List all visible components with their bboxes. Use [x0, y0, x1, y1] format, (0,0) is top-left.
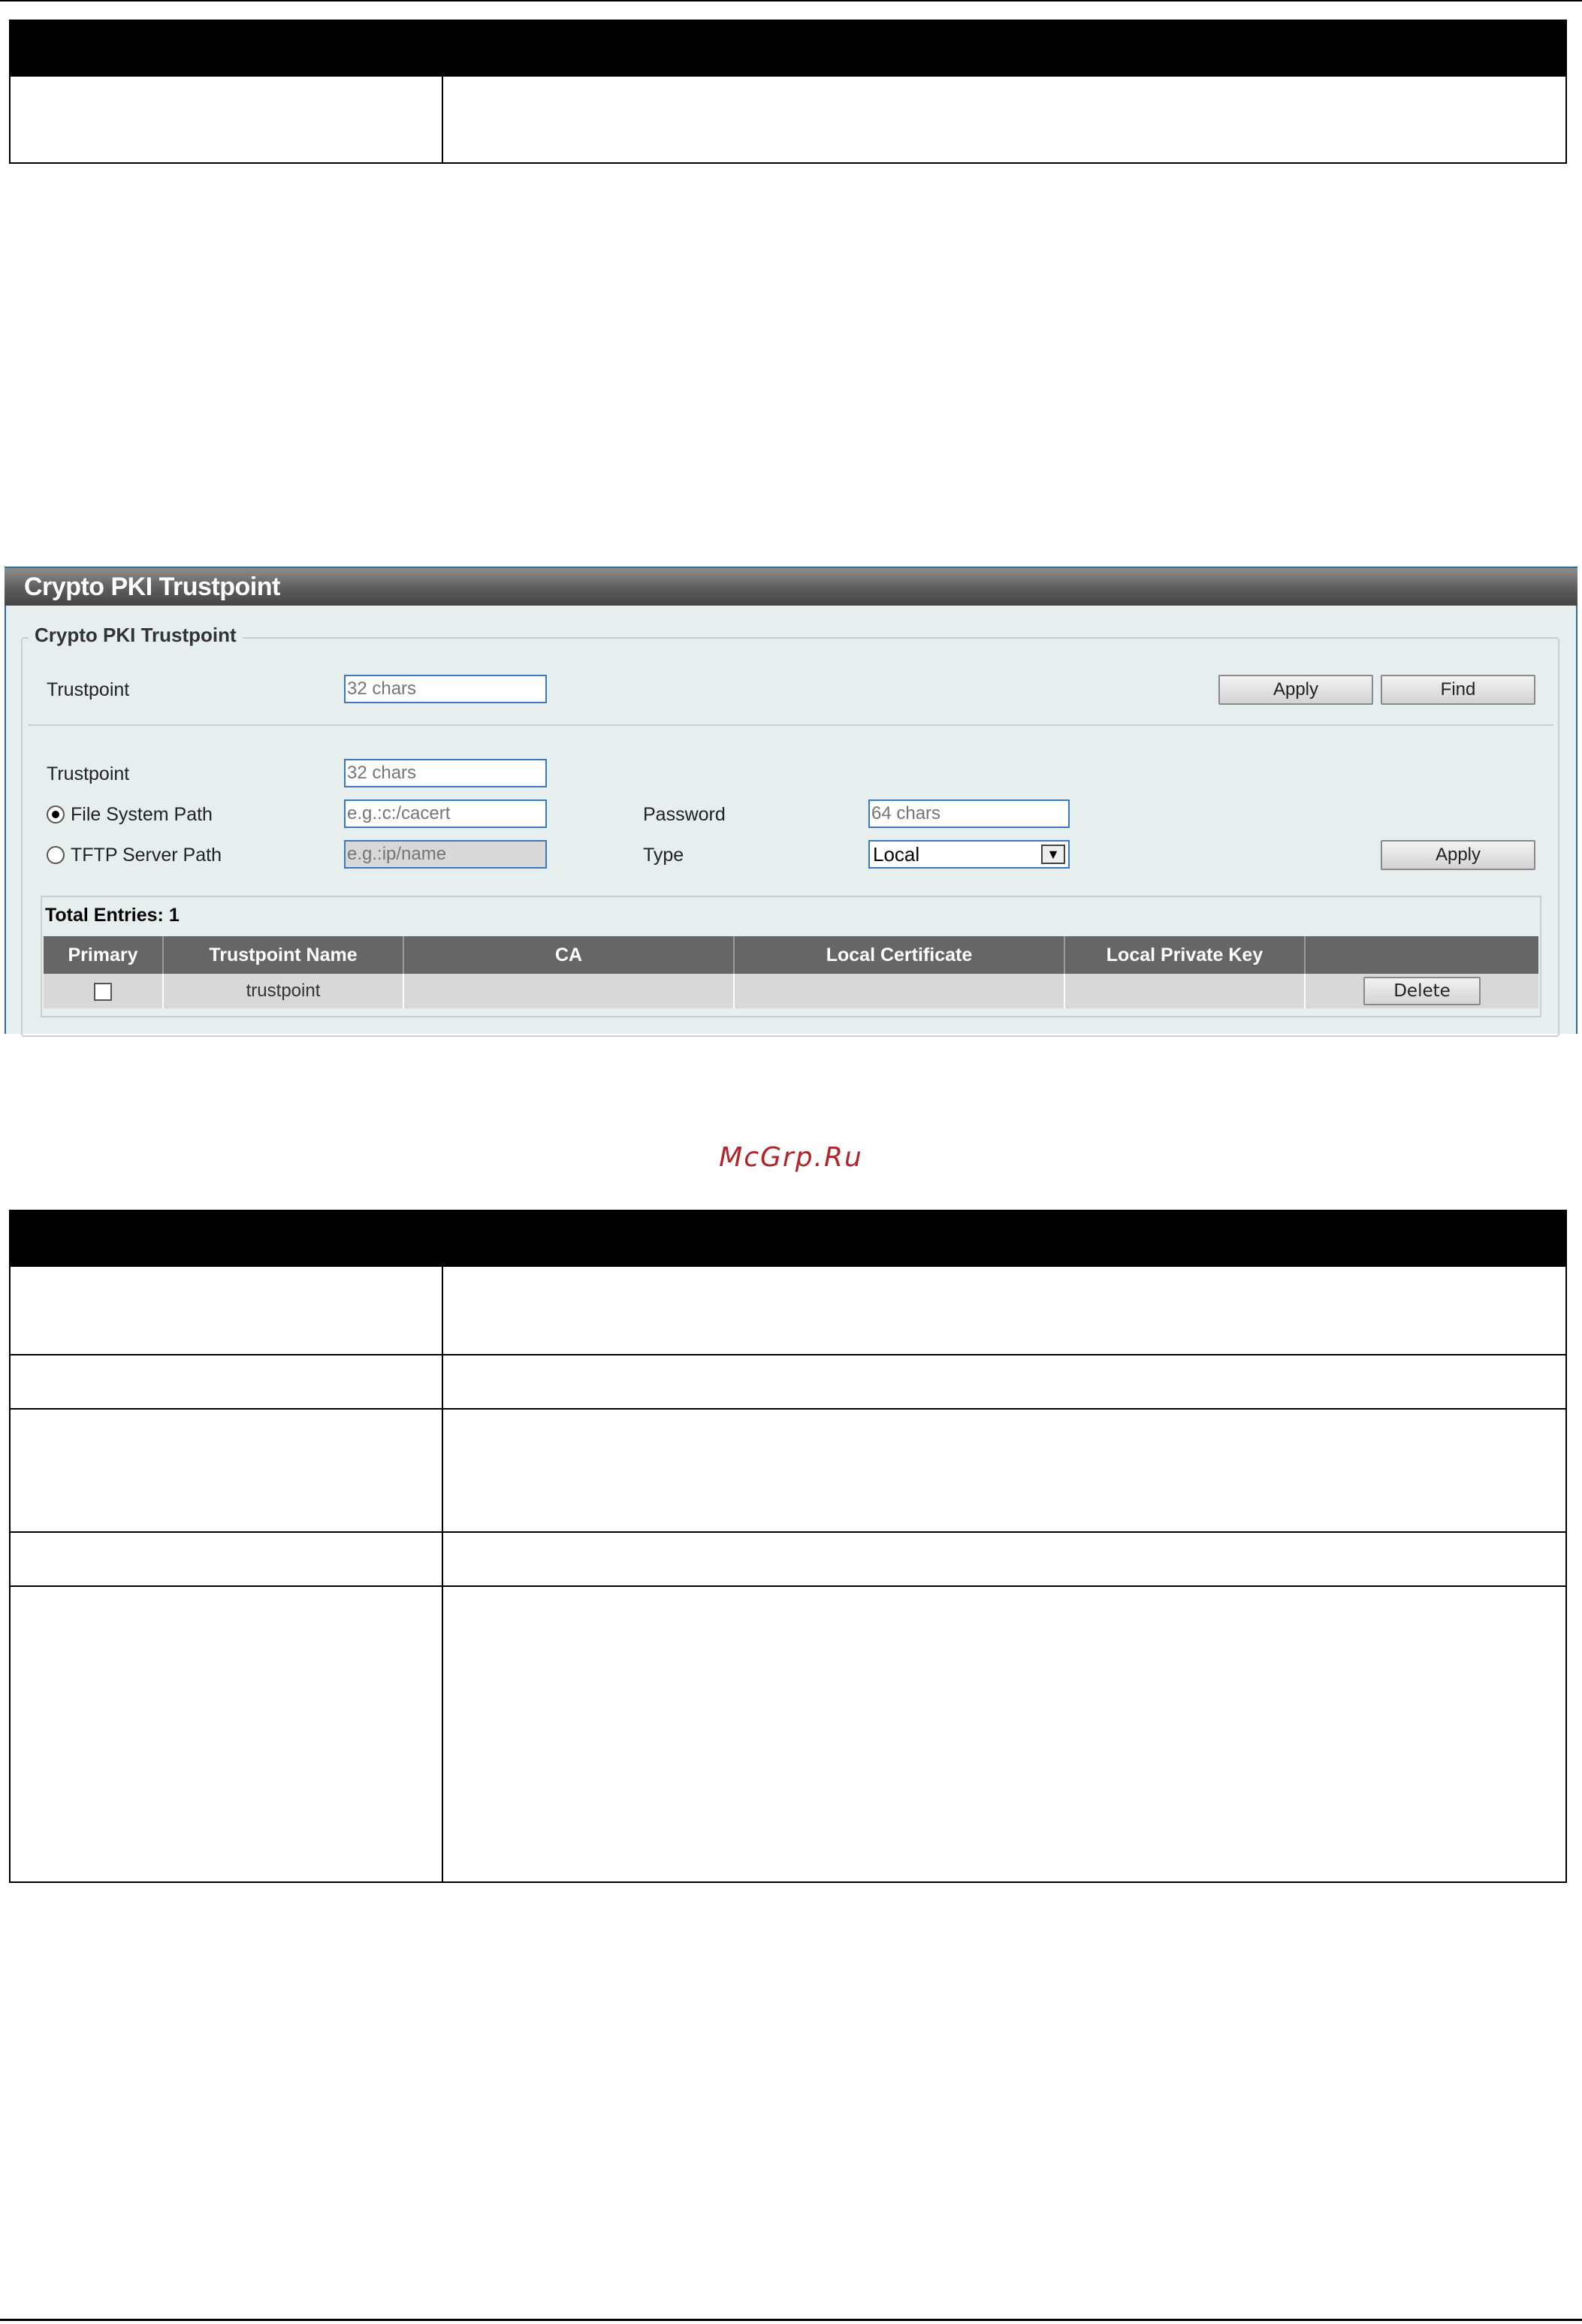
panel-title: Crypto PKI Trustpoint: [24, 573, 280, 601]
action-cell: Delete: [1305, 974, 1538, 1008]
table-row: [9, 1354, 1567, 1410]
find-button[interactable]: Find: [1381, 675, 1535, 705]
ca-cell: [403, 974, 735, 1008]
parameter-table-top: [9, 20, 1567, 164]
find-apply-button[interactable]: Apply: [1218, 675, 1373, 705]
find-trustpoint-input[interactable]: [344, 675, 547, 703]
panel-title-bar: Crypto PKI Trustpoint: [5, 567, 1577, 606]
local-private-key-cell: [1064, 974, 1306, 1008]
password-label: Password: [643, 804, 726, 825]
trustpoint-name-cell: trustpoint: [163, 974, 404, 1008]
file-system-path-radio[interactable]: [47, 805, 65, 824]
column-header-action: [1305, 936, 1538, 974]
trustpoint-input[interactable]: [344, 759, 547, 787]
local-certificate-cell: [734, 974, 1065, 1008]
table-row: [9, 75, 1567, 164]
trustpoint-label: Trustpoint: [47, 763, 130, 784]
table-row: [9, 1585, 1567, 1883]
chevron-down-icon[interactable]: ▼: [1041, 845, 1065, 864]
find-trustpoint-label: Trustpoint: [47, 679, 130, 700]
form-divider: [29, 724, 1553, 726]
delete-button[interactable]: Delete: [1363, 977, 1481, 1005]
table-row: [9, 1265, 1567, 1355]
file-system-path-label: File System Path: [71, 804, 213, 825]
tftp-server-path-label: TFTP Server Path: [71, 845, 222, 866]
column-header-local-private-key: Local Private Key: [1064, 936, 1306, 974]
password-input[interactable]: [868, 799, 1070, 828]
primary-checkbox[interactable]: [94, 982, 112, 1001]
parameter-table-bottom: [9, 1210, 1567, 1883]
type-select[interactable]: Local ▼: [868, 840, 1070, 869]
trustpoint-table: Primary Trustpoint Name CA Local Certifi…: [44, 936, 1538, 1008]
trustpoint-table-header: Primary Trustpoint Name CA Local Certifi…: [44, 936, 1538, 974]
table-row: [9, 1531, 1567, 1587]
file-system-path-input[interactable]: [344, 799, 547, 828]
page-top-rule: [0, 0, 1582, 2]
fieldset-legend: Crypto PKI Trustpoint: [29, 624, 243, 647]
total-entries: Total Entries: 1: [45, 905, 180, 926]
type-label: Type: [643, 845, 684, 866]
type-select-value: Local: [873, 843, 920, 866]
column-header-local-certificate: Local Certificate: [734, 936, 1065, 974]
import-apply-button[interactable]: Apply: [1381, 840, 1535, 870]
page-bottom-rule: [0, 2319, 1582, 2321]
watermark: McGrp.Ru: [719, 1142, 863, 1173]
table-header-row: [9, 1210, 1567, 1267]
column-header-ca: CA: [403, 936, 735, 974]
primary-cell: [44, 974, 164, 1008]
column-header-primary: Primary: [44, 936, 164, 974]
tftp-server-path-input[interactable]: [344, 840, 547, 869]
table-row: [9, 1408, 1567, 1533]
table-header-row: [9, 20, 1567, 77]
table-row: trustpoint Delete: [44, 974, 1538, 1008]
column-header-trustpoint-name: Trustpoint Name: [163, 936, 404, 974]
tftp-server-path-radio[interactable]: [47, 846, 65, 864]
